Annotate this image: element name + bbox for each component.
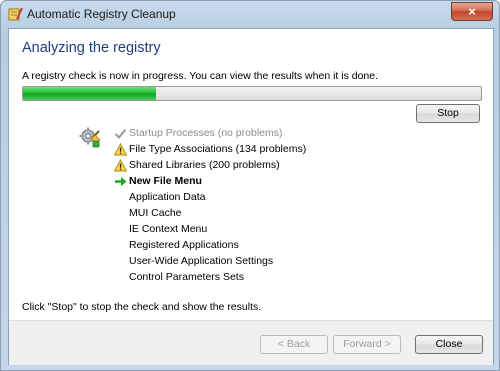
checkmark-icon: [114, 128, 127, 139]
window-close-button[interactable]: ×: [451, 2, 493, 21]
arrow-right-icon: [115, 177, 127, 186]
task-label: User-Wide Application Settings: [129, 255, 274, 267]
forward-button[interactable]: Forward >: [333, 335, 401, 354]
task-label: New File Menu: [129, 175, 202, 187]
warning-icon: [114, 143, 127, 156]
window-title: Automatic Registry Cleanup: [27, 7, 176, 21]
close-button[interactable]: Close: [415, 335, 483, 354]
app-icon: [8, 7, 23, 21]
progress-bar-fill: [23, 87, 156, 100]
task-label: File Type Associations (134 problems): [129, 143, 307, 155]
warning-icon: [114, 159, 127, 172]
stop-button[interactable]: Stop: [416, 104, 480, 123]
dialog-window: Automatic Registry Cleanup × Analyzing t…: [0, 0, 500, 371]
footer-note: Click "Stop" to stop the check and show …: [22, 301, 262, 313]
task-label: MUI Cache: [129, 207, 182, 219]
task-label: Startup Processes (no problems): [129, 127, 283, 139]
intro-text: A registry check is now in progress. You…: [22, 70, 379, 82]
task-label: IE Context Menu: [129, 223, 208, 235]
dialog-content: Analyzing the registry A registry check …: [8, 28, 494, 365]
task-label: Shared Libraries (200 problems): [129, 159, 280, 171]
back-button[interactable]: < Back: [260, 335, 328, 354]
task-label: Control Parameters Sets: [129, 271, 244, 283]
button-bar: < Back Forward > Close: [9, 320, 493, 365]
page-title: Analyzing the registry: [22, 40, 161, 56]
title-bar[interactable]: Automatic Registry Cleanup ×: [1, 1, 499, 27]
task-label: Registered Applications: [129, 239, 239, 251]
progress-bar: [22, 86, 482, 101]
task-label: Application Data: [129, 191, 206, 203]
gear-broom-icon: [79, 127, 101, 148]
